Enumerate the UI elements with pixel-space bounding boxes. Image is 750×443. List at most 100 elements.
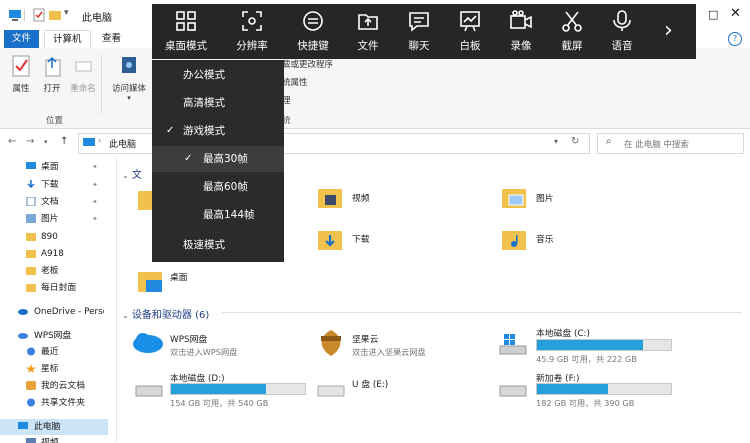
address-dropdown-icon[interactable]: ▾	[554, 137, 558, 146]
storage-bar-d	[170, 383, 306, 395]
folder-icon	[26, 250, 36, 258]
open-icon	[41, 54, 63, 78]
maximize-icon[interactable]: □	[708, 8, 718, 21]
properties-button[interactable]: 属性	[4, 54, 38, 94]
mic-icon	[613, 10, 631, 31]
search-placeholder: 在 此电脑 中搜索	[624, 140, 689, 150]
folders-section-header[interactable]: ⌄ 文	[122, 166, 142, 181]
download-folder-icon	[318, 231, 342, 250]
chat-button[interactable]: 聊天	[393, 4, 445, 59]
window-controls: □ ✕	[690, 0, 750, 30]
more-tools-icon[interactable]: ›	[664, 18, 673, 43]
nav-item-desktop[interactable]: 桌面 ✦	[0, 159, 108, 175]
open-label: 打开	[43, 84, 61, 94]
nav-item-this-pc[interactable]: 此电脑	[0, 419, 108, 435]
nav-item-documents[interactable]: 文档 ✦	[0, 194, 108, 210]
access-media-button[interactable]: 访问媒体 ▾	[108, 54, 150, 102]
chat-icon	[409, 12, 429, 32]
file-transfer-button[interactable]: 文件	[342, 4, 394, 59]
refresh-icon[interactable]: ↻	[571, 136, 579, 147]
picture-icon	[26, 214, 36, 223]
whiteboard-button[interactable]: 白板	[444, 4, 496, 59]
tab-computer[interactable]: 计算机	[44, 30, 91, 50]
menu-item-game-mode[interactable]: ✓ 游戏模式	[152, 118, 284, 144]
navigation-pane: 桌面 ✦ 下载 ✦ 文档 ✦ 图片 ✦ 890 A918 老板 每日封面 OneDriv…	[0, 158, 117, 443]
menu-item-max-60fps[interactable]: 最高60帧	[152, 174, 284, 200]
resolution-button[interactable]: 分辨率	[226, 4, 278, 59]
nav-item-onedrive[interactable]: OneDrive - Perso	[0, 304, 108, 320]
pin-icon[interactable]: ✦	[92, 211, 98, 227]
properties-quick-icon[interactable]	[32, 8, 46, 22]
access-media-label: 访问媒体	[111, 84, 146, 94]
tab-file[interactable]: 文件	[4, 30, 40, 48]
folder-quick-icon[interactable]	[48, 8, 62, 22]
nav-item-starred[interactable]: 星标	[0, 361, 108, 377]
forward-icon[interactable]: →	[26, 136, 34, 147]
menu-item-office-mode[interactable]: 办公模式	[152, 62, 284, 88]
desktop-folder-icon	[138, 272, 162, 292]
desktop-mode-button[interactable]: 桌面模式	[160, 4, 212, 59]
nav-item-folder-890[interactable]: 890	[0, 229, 108, 245]
menu-item-speed-mode[interactable]: 极速模式	[152, 232, 284, 258]
pin-icon[interactable]: ✦	[92, 194, 98, 210]
menu-item-max-144fps[interactable]: 最高144帧	[152, 202, 284, 228]
customize-quick-access-icon[interactable]: ▾	[64, 8, 78, 22]
remote-toolbar: 桌面模式 分辨率 快捷键 文件 聊天 白板 录像 截屏 语音 ›	[152, 4, 696, 59]
nav-scrollbar[interactable]	[116, 158, 117, 442]
hard-drive-icon	[499, 385, 527, 397]
system-drive-icon	[499, 334, 527, 355]
folder-upload-icon	[358, 14, 378, 30]
folder-icon	[26, 267, 36, 275]
help-icon[interactable]: ?	[728, 32, 742, 46]
ribbon: 属性 打开 重命名 访问媒体 ▾ 位置 载或更改程序 统属性 理 统	[0, 48, 750, 129]
voice-button[interactable]: 语音	[596, 4, 648, 59]
pin-icon[interactable]: ✦	[92, 159, 98, 175]
close-icon[interactable]: ✕	[730, 6, 741, 21]
folder-icon	[26, 284, 36, 292]
screenshot-button[interactable]: 截屏	[546, 4, 598, 59]
nav-item-my-cloud-docs[interactable]: 我的云文档	[0, 378, 108, 394]
section-divider	[222, 312, 742, 313]
clock-icon	[27, 347, 35, 356]
document-icon	[26, 197, 36, 206]
storage-bar-c	[536, 339, 672, 351]
open-button[interactable]: 打开	[35, 54, 69, 94]
media-icon	[118, 54, 140, 78]
rename-button[interactable]: 重命名	[66, 54, 100, 94]
nav-item-downloads[interactable]: 下载 ✦	[0, 177, 108, 193]
nav-item-folder-boss[interactable]: 老板	[0, 263, 108, 279]
keyboard-icon	[303, 11, 323, 31]
search-input[interactable]: ⌕ 在 此电脑 中搜索	[597, 133, 744, 154]
usb-drive-icon	[317, 385, 345, 397]
system-properties-link[interactable]: 统属性	[282, 76, 308, 88]
storage-bar-f	[536, 383, 672, 395]
menu-item-max-30fps[interactable]: ✓ 最高30帧	[152, 146, 284, 172]
drives-section-title: 设备和驱动器 (6)	[131, 310, 210, 321]
storage-bar-fill	[171, 384, 267, 394]
breadcrumb[interactable]: 此电脑	[109, 137, 136, 150]
check-icon: ✓	[184, 153, 193, 164]
cloud-doc-icon	[26, 381, 36, 390]
uninstall-program-link[interactable]: 载或更改程序	[282, 58, 333, 70]
nav-item-shared-folder[interactable]: 共享文件夹	[0, 395, 108, 411]
record-button[interactable]: 录像	[495, 4, 547, 59]
up-icon[interactable]: ↑	[60, 136, 68, 147]
nav-item-wps-drive[interactable]: WPS网盘	[0, 328, 108, 344]
dropdown-icon: ▾	[127, 94, 131, 102]
recent-locations-icon[interactable]: ▾	[44, 138, 48, 146]
tab-view[interactable]: 查看	[94, 30, 129, 48]
nav-item-folder-daily-cover[interactable]: 每日封面	[0, 280, 108, 296]
nav-item-recent[interactable]: 最近	[0, 344, 108, 360]
collapse-icon: ⌄	[122, 311, 129, 320]
nav-item-pictures[interactable]: 图片 ✦	[0, 211, 108, 227]
folder-icon	[26, 233, 36, 241]
pin-icon[interactable]: ✦	[92, 177, 98, 193]
properties-icon	[10, 54, 32, 78]
back-icon[interactable]: ←	[8, 136, 16, 147]
nav-item-folder-a918[interactable]: A918	[0, 246, 108, 262]
drives-section-header[interactable]: ⌄ 设备和驱动器 (6)	[122, 306, 742, 321]
window-title: 此电脑	[82, 13, 112, 24]
computer-icon	[18, 422, 28, 429]
menu-item-hd-mode[interactable]: 高清模式	[152, 90, 284, 116]
shortcuts-button[interactable]: 快捷键	[287, 4, 339, 59]
